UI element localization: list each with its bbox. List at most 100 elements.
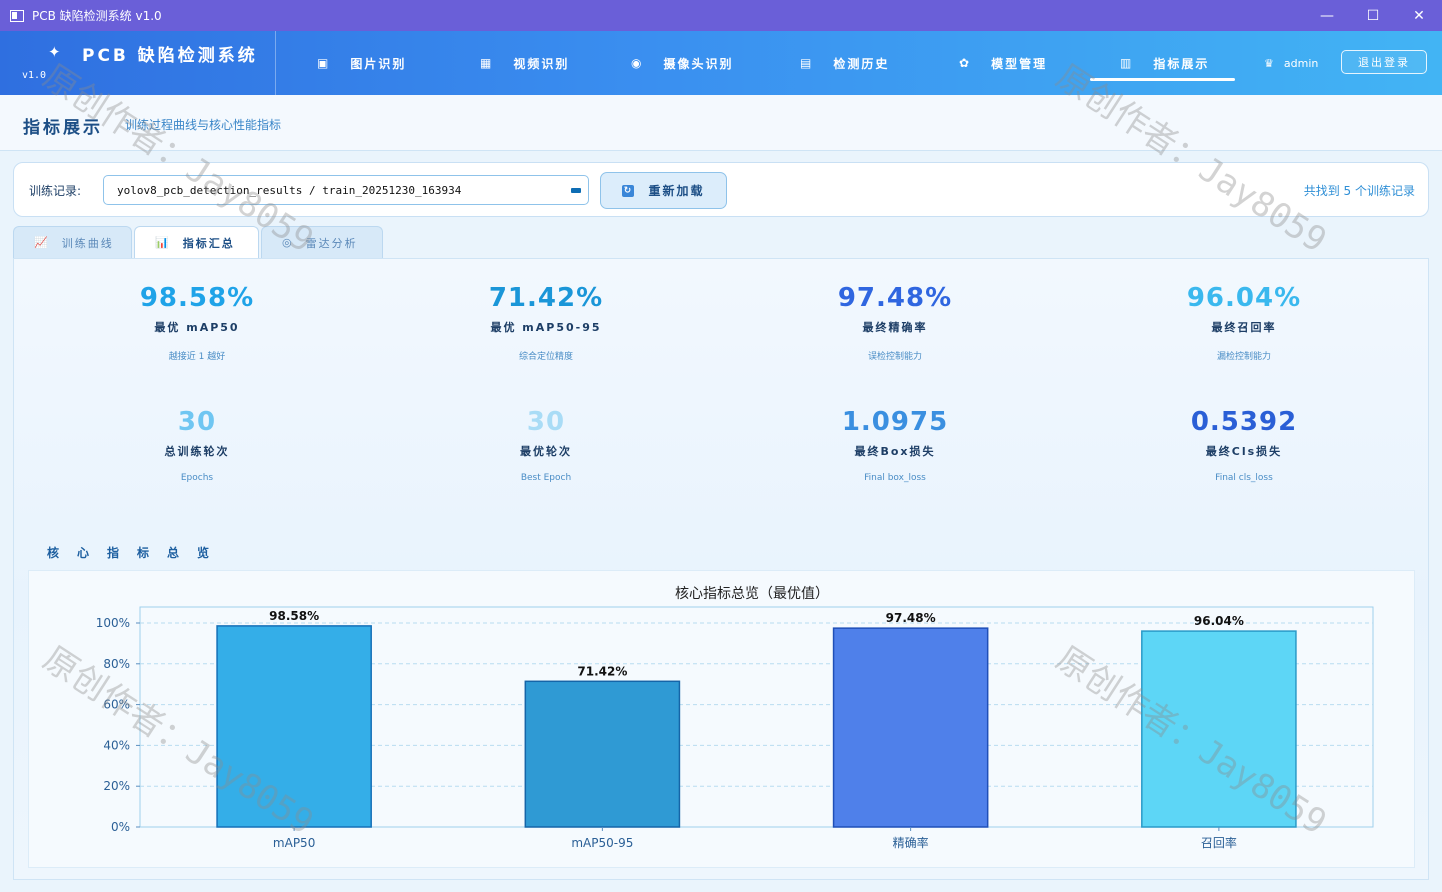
metric-label: 最终Cls损失 [1205,445,1283,458]
y-axis: 0% 20% 40% 60% 80% 100% [96,616,140,834]
tab-metrics-summary[interactable]: 📊 指标汇总 [134,226,259,258]
tab-label: 雷达分析 [305,236,358,250]
metrics-summary-panel: 98.58% 最优 mAP50 越接近 1 越好 71.42% 最优 mAP50… [13,258,1429,880]
metric-card-box-loss: 1.0975 最终Box损失 Final box_loss [770,407,1020,483]
nav-item-metrics[interactable]: ▥ 指标展示 [1089,31,1236,95]
page-title: 指标展示 [23,118,103,138]
metric-card-best-epoch: 30 最优轮次 Best Epoch [421,407,671,483]
user-info: ♛ admin [1264,31,1318,95]
metric-desc: Final cls_loss [1215,473,1273,483]
brand-version: v1.0 [22,70,47,81]
page-subtitle: 训练过程曲线与核心性能指标 [125,118,282,132]
bar-chart-icon: 📊 [155,236,171,249]
nav-item-label: 模型管理 [991,56,1048,71]
video-icon: ▦ [480,56,494,70]
metric-desc: Final box_loss [864,473,926,483]
app-window-icon [10,9,24,22]
record-select[interactable]: yolov8_pcb_detection_results / train_202… [103,175,589,205]
metric-desc: Epochs [180,473,214,483]
metric-label: 总训练轮次 [164,445,230,458]
close-icon[interactable]: ✕ [1396,0,1442,31]
bar [524,680,681,828]
metric-value: 96.04% [1186,283,1302,313]
nav-item-label: 图片识别 [350,56,407,71]
y-tick-label: 60% [103,698,130,712]
user-icon: ♛ [1264,56,1274,70]
y-tick-label: 80% [103,657,130,671]
metric-card-map50-95: 71.42% 最优 mAP50-95 综合定位精度 [421,283,671,362]
record-card: 训练记录: yolov8_pcb_detection_results / tra… [13,162,1429,217]
tab-label: 指标汇总 [182,236,235,250]
nav-item-label: 检测历史 [833,56,890,71]
metric-value: 30 [177,407,217,437]
window-controls: — ☐ ✕ [1304,0,1442,31]
refresh-icon: ↻ [622,184,635,197]
metric-desc: Best Epoch [520,473,572,483]
nav-item-label: 视频识别 [513,56,570,71]
record-count: 共找到 5 个训练记录 [1303,184,1415,198]
metric-desc: 越接近 1 越好 [168,352,226,362]
y-tick-label: 20% [103,779,130,793]
metric-card-cls-loss: 0.5392 最终Cls损失 Final cls_loss [1119,407,1369,483]
metric-card-precision: 97.48% 最终精确率 误检控制能力 [770,283,1020,362]
record-select-value: yolov8_pcb_detection_results / train_202… [117,183,462,197]
y-tick-label: 40% [103,738,130,752]
metric-value: 1.0975 [841,407,949,437]
metric-card-epochs: 30 总训练轮次 Epochs [72,407,322,483]
image-icon: ▣ [317,56,331,70]
tab-training-curve[interactable]: 📈 训练曲线 [13,226,132,258]
x-tick-label: mAP50-95 [571,836,633,850]
metric-label: 最终召回率 [1211,321,1277,334]
camera-icon: ◉ [631,56,644,70]
bar-data-label: 98.58% [269,609,319,623]
logout-button[interactable]: 退出登录 [1341,50,1427,74]
minimize-icon[interactable]: — [1304,0,1350,31]
metric-desc: 误检控制能力 [867,352,922,362]
metric-card-recall: 96.04% 最终召回率 漏检控制能力 [1119,283,1369,362]
nav-item-image[interactable]: ▣ 图片识别 [317,31,406,95]
metric-desc: 漏检控制能力 [1216,352,1271,362]
metric-label: 最终精确率 [862,321,928,334]
x-tick-label: 精确率 [893,835,929,850]
target-icon: ◎ [282,236,294,249]
bar-chart-svg: 核心指标总览（最优值） 0% 20% 40% 60% 80% 100% 98.58% 71.… [96,586,1374,850]
nav-item-camera[interactable]: ◉ 摄像头识别 [631,31,734,95]
x-tick-label: mAP50 [273,836,315,850]
bar [832,627,989,828]
metric-label: 最终Box损失 [854,445,936,458]
metric-label: 最优 mAP50-95 [490,321,602,334]
bars: 98.58% 71.42% 97.48% 96.04% [216,609,1297,828]
title-bar: PCB 缺陷检测系统 v1.0 — ☐ ✕ [0,0,1442,31]
x-tick-label: 召回率 [1201,835,1237,850]
maximize-icon[interactable]: ☐ [1350,0,1396,31]
metric-label: 最优 mAP50 [154,321,240,334]
window-title: PCB 缺陷检测系统 v1.0 [32,9,162,23]
bar [1141,630,1297,828]
nav-item-label: 指标展示 [1153,56,1210,71]
reload-label: 重新加载 [648,184,705,198]
chart-title: 核心指标总览（最优值） [675,586,829,602]
reload-button[interactable]: ↻ 重新加载 [600,172,727,209]
x-axis: mAP50 mAP50-95 精确率 召回率 [273,827,1237,850]
nav-bar: ✦ PCB 缺陷检测系统 v1.0 ▣ 图片识别 ▦ 视频识别 ◉ 摄像头识别 … [0,31,1442,95]
gear-icon: ✿ [959,56,972,70]
tab-label: 训练曲线 [61,236,114,250]
brand-name: PCB 缺陷检测系统 [82,46,258,66]
nav-item-models[interactable]: ✿ 模型管理 [959,31,1047,95]
section-title: 核心指标总览 [47,546,228,560]
nav-item-video[interactable]: ▦ 视频识别 [480,31,569,95]
brand: ✦ PCB 缺陷检测系统 v1.0 [0,31,276,95]
username: admin [1283,56,1319,70]
metric-value: 30 [526,407,566,437]
bar-data-label: 71.42% [577,664,627,678]
line-chart-icon: 📈 [34,236,50,249]
nav-item-history[interactable]: ▤ 检测历史 [800,31,889,95]
metric-value: 98.58% [139,283,255,313]
core-metrics-chart: 核心指标总览（最优值） 0% 20% 40% 60% 80% 100% 98.58% 71.… [28,570,1415,868]
metric-card-map50: 98.58% 最优 mAP50 越接近 1 越好 [72,283,322,362]
tab-radar-analysis[interactable]: ◎ 雷达分析 [261,226,383,258]
y-tick-label: 0% [111,820,130,834]
dropdown-icon[interactable] [571,188,581,193]
nav-item-label: 摄像头识别 [663,56,734,71]
bar-data-label: 96.04% [1194,614,1244,628]
